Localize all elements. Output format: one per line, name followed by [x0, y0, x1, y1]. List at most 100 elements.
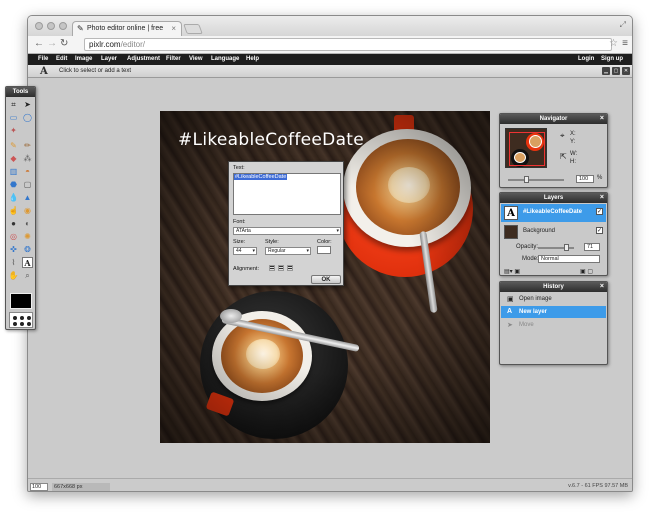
brush-tool-icon[interactable]: ✏	[22, 140, 33, 151]
address-bar[interactable]: pixlr.com/editor/	[84, 38, 612, 51]
menu-edit[interactable]: Edit	[56, 56, 67, 62]
close-window-icon[interactable]	[35, 22, 43, 30]
crosshair-icon: ⌖	[560, 131, 565, 140]
eyedropper-tool-icon[interactable]: ⌇	[8, 257, 19, 268]
eraser-tool-icon[interactable]: ◆	[8, 153, 19, 164]
zoom-slider-handle[interactable]	[524, 176, 529, 183]
sponge-tool-icon[interactable]: ◉	[22, 205, 33, 216]
menu-adjustment[interactable]: Adjustment	[127, 56, 160, 62]
dodge-tool-icon[interactable]: ●	[8, 218, 19, 229]
align-center-icon[interactable]	[278, 265, 284, 271]
minimize-window-icon[interactable]	[47, 22, 55, 30]
ok-button[interactable]: OK	[311, 275, 341, 284]
browser-tab[interactable]: ✎ Photo editor online | free ×	[72, 21, 182, 36]
status-zoom-field[interactable]: 100 %	[30, 483, 48, 491]
layer-actions-icon[interactable]: ▣ ▢	[580, 268, 593, 275]
reload-icon[interactable]: ↻	[60, 39, 68, 49]
navigator-zoom-field[interactable]: 100	[576, 175, 594, 183]
align-left-icon[interactable]	[269, 265, 275, 271]
menu-view[interactable]: View	[189, 56, 203, 62]
chevron-down-icon: ▾	[336, 228, 339, 234]
minimize-app-icon[interactable]: ▁	[602, 67, 610, 75]
burn-tool-icon[interactable]: ◐	[22, 218, 33, 229]
restore-app-icon[interactable]: ▢	[612, 67, 620, 75]
tool-presets[interactable]	[9, 312, 33, 328]
tools-panel-title: Tools	[6, 87, 35, 97]
tools-panel: Tools ⌗ ➤ ▭ ◯ ✦ ✎ ✏ ◆ ⁂ ▥ ◓ ⬣ ▢ 💧 ▲ ☝ ◉ …	[5, 86, 36, 330]
sharpen-tool-icon[interactable]: ▲	[22, 192, 33, 203]
text-color-picker[interactable]	[317, 246, 331, 254]
align-right-icon[interactable]	[287, 265, 293, 271]
style-select[interactable]: Regular ▾	[265, 247, 311, 255]
status-zoom-unit: %	[32, 491, 37, 492]
maximize-window-icon[interactable]	[59, 22, 67, 30]
shape-tool-icon[interactable]: ▢	[22, 179, 33, 190]
redeye-tool-icon[interactable]: ◎	[8, 231, 19, 242]
zoom-tool-icon[interactable]: ⌕	[22, 270, 33, 281]
menu-icon[interactable]: ≡	[622, 38, 628, 49]
new-tab-button[interactable]	[183, 24, 203, 34]
wand-tool-icon[interactable]: ✦	[8, 125, 19, 136]
menu-language[interactable]: Language	[211, 56, 239, 62]
back-arrow-icon[interactable]: ←	[34, 39, 44, 49]
navigator-viewport[interactable]	[509, 132, 545, 166]
zoom-slider[interactable]	[508, 179, 564, 181]
close-icon[interactable]: ×	[600, 282, 604, 292]
hand-tool-icon[interactable]: ✋	[8, 270, 19, 281]
gradient-tool-icon[interactable]: ▥	[8, 166, 19, 177]
smudge-tool-icon[interactable]: ☝	[8, 205, 19, 216]
canvas-text-layer[interactable]: #LikeableCoffeeDate	[178, 130, 364, 150]
nav-y-label: Y:	[570, 139, 576, 145]
menu-image[interactable]: Image	[75, 56, 92, 62]
stamp-tool-icon[interactable]: ⬣	[8, 179, 19, 190]
text-input[interactable]: #LikeableCoffeeDate	[233, 173, 341, 215]
text-input-value: #LikeableCoffeeDate	[234, 174, 288, 180]
layer-visibility-checkbox[interactable]: ✓	[596, 208, 603, 215]
color-swatch[interactable]	[10, 293, 32, 309]
size-label: Size:	[233, 239, 246, 245]
history-item[interactable]: A New layer	[501, 306, 606, 318]
spray-tool-icon[interactable]: ⁂	[22, 153, 33, 164]
history-item[interactable]: ▣ Open image	[501, 293, 606, 305]
text-tool-icon[interactable]: A	[22, 257, 33, 268]
menu-filter[interactable]: Filter	[166, 56, 181, 62]
close-app-icon[interactable]: ✕	[622, 67, 630, 75]
fullscreen-icon[interactable]: ⤢	[620, 20, 626, 30]
layer-row-text[interactable]: A #LikeableCoffeeDate ✓	[501, 204, 606, 222]
layer-visibility-checkbox[interactable]: ✓	[596, 227, 603, 234]
bucket-tool-icon[interactable]: ◓	[22, 166, 33, 177]
lasso-tool-icon[interactable]: ◯	[22, 112, 33, 123]
pencil-tool-icon[interactable]: ✎	[8, 140, 19, 151]
opacity-field[interactable]: 71	[584, 243, 600, 251]
close-icon[interactable]: ×	[600, 114, 604, 124]
star-icon[interactable]: ☆	[609, 38, 618, 49]
menu-file[interactable]: File	[38, 56, 48, 62]
crop-tool-icon[interactable]: ⌗	[8, 99, 19, 110]
signup-link[interactable]: Sign up	[601, 56, 623, 62]
history-item[interactable]: ➤ Move	[501, 319, 606, 331]
navigator-thumbnail[interactable]	[505, 128, 547, 168]
layer-settings-icon[interactable]: ▤▾ ▣	[504, 268, 520, 275]
layer-row-background[interactable]: Background ✓	[501, 223, 606, 241]
move-tool-icon[interactable]: ➤	[22, 99, 33, 110]
size-select[interactable]: 44 ▾	[233, 247, 257, 255]
forward-arrow-icon[interactable]: →	[47, 39, 57, 49]
blend-mode-select[interactable]: Normal	[538, 255, 600, 263]
close-icon[interactable]: ×	[600, 193, 604, 203]
menu-help[interactable]: Help	[246, 56, 259, 62]
menu-layer[interactable]: Layer	[101, 56, 117, 62]
login-link[interactable]: Login	[578, 56, 594, 62]
bloat-tool-icon[interactable]: ✺	[22, 231, 33, 242]
layers-panel: Layers × A #LikeableCoffeeDate ✓ Backgrou…	[499, 192, 608, 276]
pinch-tool-icon[interactable]: ✜	[8, 244, 19, 255]
url-host: pixlr.com	[89, 40, 121, 49]
tab-close-icon[interactable]: ×	[171, 24, 176, 33]
blend-mode-value: Normal	[541, 256, 559, 262]
resize-icon: ⇱	[560, 152, 567, 161]
colorreplace-tool-icon[interactable]: ❂	[22, 244, 33, 255]
marquee-tool-icon[interactable]: ▭	[8, 112, 19, 123]
tab-title: Photo editor online | free	[87, 25, 164, 32]
font-select[interactable]: ATArta ▾	[233, 227, 341, 235]
opacity-slider-handle[interactable]	[564, 244, 569, 251]
drop-tool-icon[interactable]: 💧	[8, 192, 19, 203]
